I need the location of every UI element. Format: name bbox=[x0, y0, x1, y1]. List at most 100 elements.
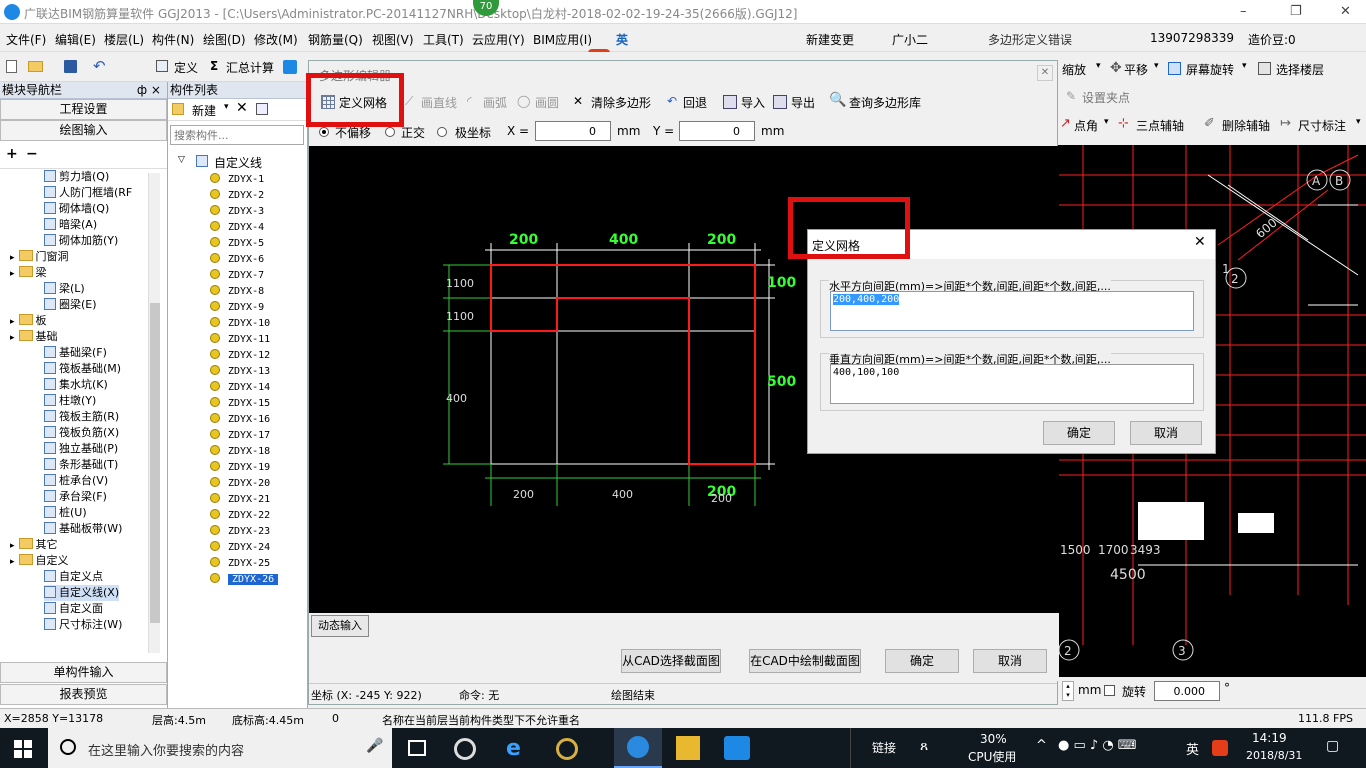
menu-modify[interactable]: 修改(M) bbox=[254, 31, 298, 48]
nav-tree-item[interactable]: 柱墩(Y) bbox=[44, 393, 96, 409]
new-component-button[interactable]: 新建 bbox=[192, 102, 216, 119]
taskbar-search-box[interactable]: 在这里输入你要搜索的内容 🎤 bbox=[48, 728, 392, 768]
action-center-icon[interactable]: ▢ bbox=[1326, 738, 1339, 754]
open-folder-icon[interactable] bbox=[28, 61, 43, 72]
single-input-button[interactable]: 单构件输入 bbox=[0, 662, 167, 683]
nav-scrollbar-thumb[interactable] bbox=[150, 303, 160, 623]
undo-icon[interactable]: ↶ bbox=[93, 57, 106, 75]
component-item[interactable]: ZDYX-10 bbox=[210, 316, 270, 331]
dynamic-input-tab[interactable]: 动态输入 bbox=[311, 615, 369, 637]
nav-folder[interactable]: ▸ 自定义 bbox=[10, 553, 69, 570]
nav-tree-item[interactable]: 承台梁(F) bbox=[44, 489, 107, 505]
fan-app-icon[interactable] bbox=[454, 738, 476, 760]
delete-component-icon[interactable]: ✕ bbox=[236, 100, 248, 116]
glodon-link-icon[interactable] bbox=[724, 736, 750, 760]
component-item[interactable]: ZDYX-1 bbox=[210, 172, 264, 187]
component-item[interactable]: ZDYX-19 bbox=[210, 460, 270, 475]
polygon-shape[interactable] bbox=[490, 264, 756, 465]
menu-draw[interactable]: 绘图(D) bbox=[203, 31, 246, 48]
component-item[interactable]: ZDYX-21 bbox=[210, 492, 270, 507]
vertical-spacing-input[interactable]: 400,100,100 bbox=[830, 364, 1194, 404]
summary-button[interactable]: 汇总计算 bbox=[226, 59, 274, 76]
ime-lang[interactable]: 英 bbox=[616, 31, 628, 48]
component-item[interactable]: ZDYX-14 bbox=[210, 380, 270, 395]
new-change-button[interactable]: 新建变更 bbox=[806, 31, 854, 48]
undo-button[interactable]: 回退 bbox=[683, 94, 707, 111]
nav-tree-item[interactable]: 筏板负筋(X) bbox=[44, 425, 119, 441]
nav-tree-item[interactable]: 集水坑(K) bbox=[44, 377, 108, 393]
point-angle-dropdown-icon[interactable]: ▾ bbox=[1104, 117, 1109, 127]
nav-tree-item[interactable]: 剪力墙(Q) bbox=[44, 169, 109, 185]
component-item[interactable]: ZDYX-16 bbox=[210, 412, 270, 427]
expand-all-icon[interactable]: + bbox=[6, 146, 18, 162]
nav-tree-item[interactable]: 砌体加筋(Y) bbox=[44, 233, 118, 249]
custom-line-root[interactable]: 自定义线 bbox=[214, 154, 262, 171]
restore-button[interactable]: ❐ bbox=[1290, 4, 1302, 19]
expand-toggle-icon[interactable]: ▸ bbox=[10, 269, 15, 279]
component-item[interactable]: ZDYX-8 bbox=[210, 284, 264, 299]
rotate-checkbox[interactable] bbox=[1104, 685, 1115, 696]
draw-line-button[interactable]: 画直线 bbox=[421, 94, 457, 111]
copy-component-icon[interactable] bbox=[256, 103, 268, 115]
component-item[interactable]: ZDYX-26 bbox=[210, 572, 279, 587]
nav-folder[interactable]: ▸ 基础 bbox=[10, 329, 58, 346]
select-floor-button[interactable]: 选择楼层 bbox=[1276, 61, 1324, 78]
draw-circle-button[interactable]: 画圆 bbox=[535, 94, 559, 111]
import-button[interactable]: 导入 bbox=[741, 94, 765, 111]
nav-tree-item[interactable]: 桩承台(V) bbox=[44, 473, 108, 489]
taskbar-ime[interactable]: 英 bbox=[1186, 739, 1199, 758]
new-dropdown-icon[interactable]: ▾ bbox=[224, 102, 229, 112]
minimize-button[interactable]: – bbox=[1240, 4, 1247, 19]
pan-dropdown-icon[interactable]: ▾ bbox=[1154, 61, 1159, 71]
drawing-input-button[interactable]: 绘图输入 bbox=[0, 120, 167, 141]
dialog-close-icon[interactable]: ✕ bbox=[1194, 234, 1206, 250]
nav-tree-item[interactable]: 自定义点 bbox=[44, 569, 103, 585]
draw-in-cad-button[interactable]: 在CAD中绘制截面图 bbox=[749, 649, 861, 673]
ortho-radio[interactable] bbox=[385, 127, 395, 137]
save-icon[interactable] bbox=[64, 60, 77, 73]
dialog-cancel-button[interactable]: 取消 bbox=[1130, 421, 1202, 445]
delete-aux-button[interactable]: 删除辅轴 bbox=[1222, 117, 1270, 134]
x-input[interactable] bbox=[535, 121, 611, 141]
nav-tree-item[interactable]: 筏板基础(M) bbox=[44, 361, 121, 377]
y-input[interactable] bbox=[679, 121, 755, 141]
expand-toggle-icon[interactable]: ▸ bbox=[10, 557, 15, 567]
nav-folder[interactable]: ▸ 门窗洞 bbox=[10, 249, 69, 266]
nav-tree-item[interactable]: 基础板带(W) bbox=[44, 521, 122, 537]
menu-edit[interactable]: 编辑(E) bbox=[55, 31, 96, 48]
export-button[interactable]: 导出 bbox=[791, 94, 815, 111]
close-window-button[interactable]: ✕ bbox=[1340, 4, 1351, 19]
editor-close-button[interactable]: ✕ bbox=[1037, 65, 1053, 81]
component-search-input[interactable] bbox=[170, 125, 304, 145]
rotate-dropdown-icon[interactable]: ▾ bbox=[1242, 61, 1247, 71]
spin-icon[interactable]: ▴ ▾ bbox=[1062, 681, 1074, 701]
component-item[interactable]: ZDYX-3 bbox=[210, 204, 264, 219]
component-item[interactable]: ZDYX-7 bbox=[210, 268, 264, 283]
editor-cancel-button[interactable]: 取消 bbox=[973, 649, 1047, 673]
component-item[interactable]: ZDYX-25 bbox=[210, 556, 270, 571]
collapse-all-icon[interactable]: − bbox=[26, 146, 38, 162]
nav-folder[interactable]: ▸ 板 bbox=[10, 313, 47, 330]
microphone-icon[interactable]: 🎤 bbox=[366, 738, 383, 754]
nav-folder[interactable]: ▸ 梁 bbox=[10, 265, 47, 282]
zoom-dropdown-icon[interactable]: ▾ bbox=[1096, 61, 1101, 71]
nav-tree-item[interactable]: 基础梁(F) bbox=[44, 345, 107, 361]
nav-tree-item[interactable]: 圈梁(E) bbox=[44, 297, 97, 313]
menu-rebar-qty[interactable]: 钢筋量(Q) bbox=[308, 31, 363, 48]
select-from-cad-button[interactable]: 从CAD选择截面图 bbox=[621, 649, 721, 673]
component-item[interactable]: ZDYX-11 bbox=[210, 332, 270, 347]
tray-chevron-icon[interactable]: ^ bbox=[1036, 738, 1047, 753]
tray-notification-icons[interactable]: ● ▭ ♪ ◔ ⌨ bbox=[1058, 738, 1137, 753]
taskbar-time[interactable]: 14:19 bbox=[1252, 731, 1287, 745]
nav-tree-item[interactable]: 条形基础(T) bbox=[44, 457, 118, 473]
expand-toggle-icon[interactable]: ▸ bbox=[10, 333, 15, 343]
nav-tree-item[interactable]: 人防门框墙(RF bbox=[44, 185, 132, 201]
component-item[interactable]: ZDYX-2 bbox=[210, 188, 264, 203]
rotate-screen-button[interactable]: 屏幕旋转 bbox=[1186, 61, 1234, 78]
component-item[interactable]: ZDYX-23 bbox=[210, 524, 270, 539]
taskbar-date[interactable]: 2018/8/31 bbox=[1246, 749, 1302, 762]
nav-tree-item[interactable]: 尺寸标注(W) bbox=[44, 617, 122, 633]
three-point-aux-button[interactable]: 三点辅轴 bbox=[1136, 117, 1184, 134]
tree-collapse-icon[interactable]: ▽ bbox=[178, 155, 185, 165]
menu-view[interactable]: 视图(V) bbox=[372, 31, 414, 48]
